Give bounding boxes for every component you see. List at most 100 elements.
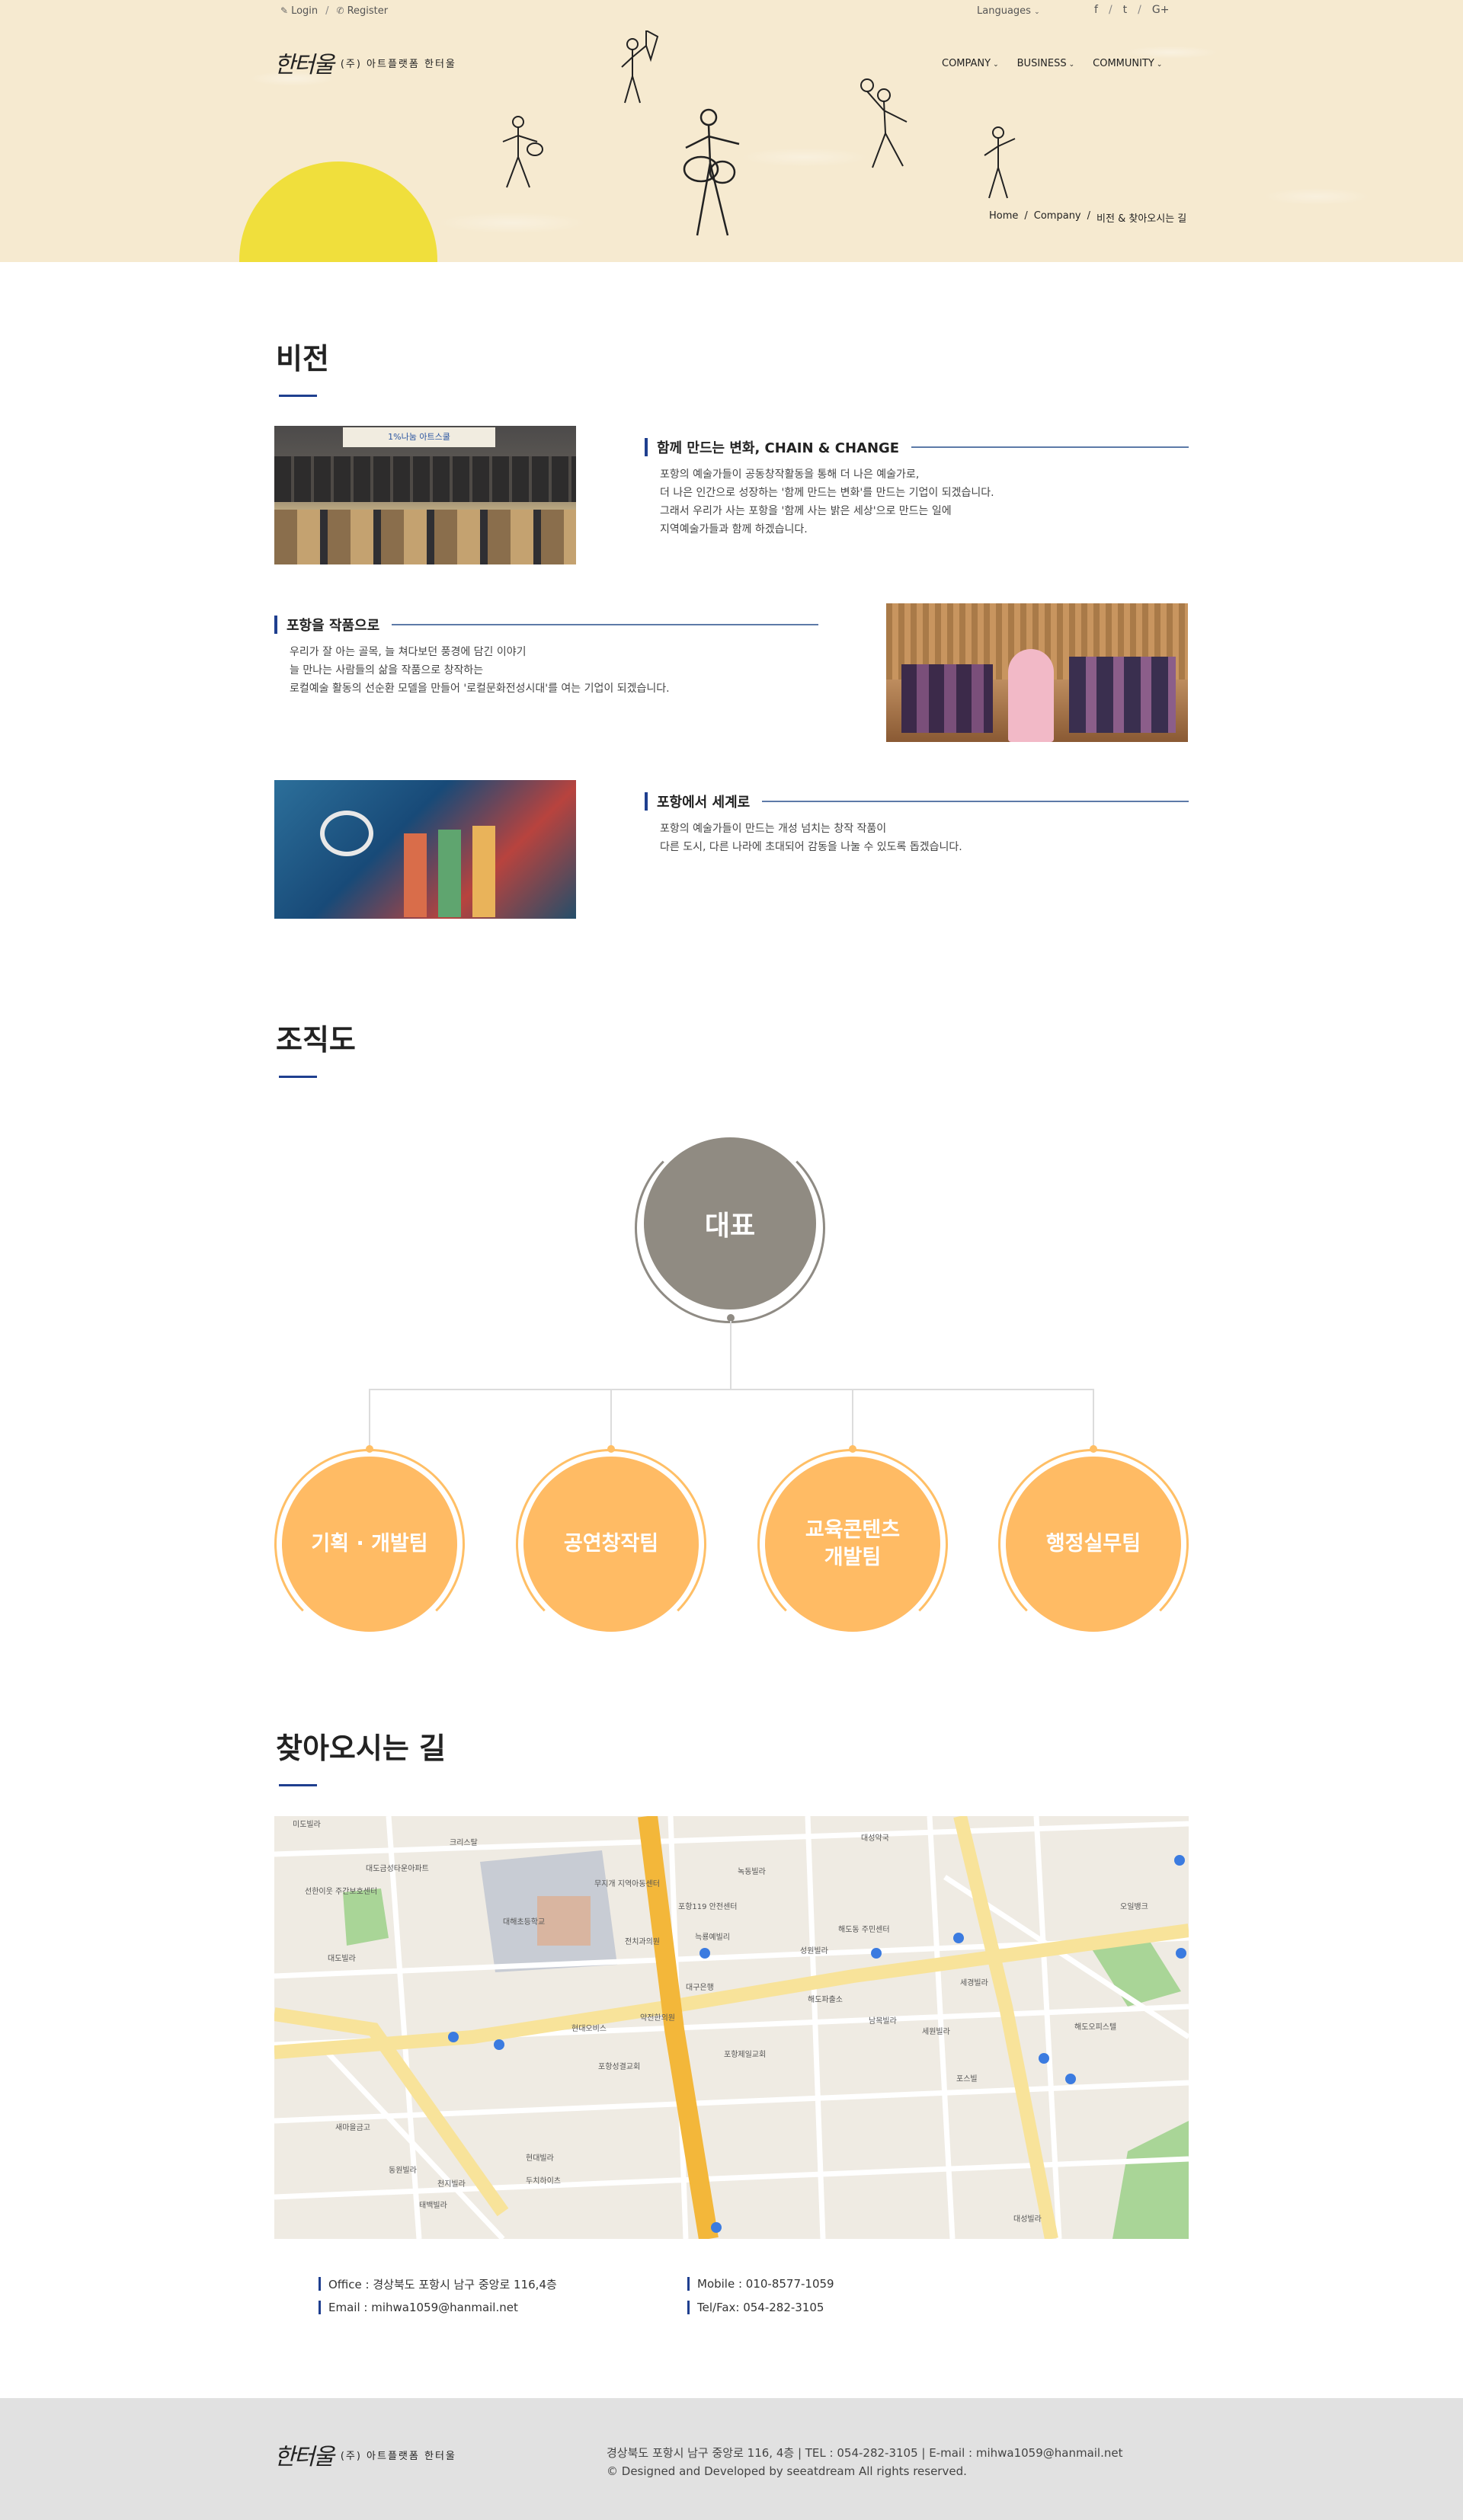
connector-line <box>1093 1389 1094 1448</box>
map-label: 해도동 주민센터 <box>838 1926 890 1934</box>
vision-item-1: 함께 만드는 변화, CHAIN & CHANGE 포항의 예술가들이 공동창작… <box>645 438 1189 539</box>
location-map[interactable]: 미도빌라 크리스탈 대도금성타운아파트 선한이웃 주간보호센터 대도빌라 대해초… <box>274 1816 1189 2239</box>
chevron-down-icon: ⌄ <box>1068 61 1075 69</box>
map-label: 두치하이츠 <box>526 2177 561 2186</box>
text-line: 늘 만나는 사람들의 삶을 작품으로 창작하는 <box>290 664 484 676</box>
vision-item-title: 포항에서 세계로 <box>657 795 751 811</box>
contact-telfax: Tel/Fax: 054-282-3105 <box>687 2300 834 2315</box>
accent-bar <box>687 2301 690 2314</box>
breadcrumb: Home / Company / 비전 & 찾아오시는 길 <box>989 210 1186 225</box>
map-label: 오일뱅크 <box>1120 1903 1148 1911</box>
connector-dot <box>849 1445 856 1453</box>
map-roads <box>274 1816 1189 2239</box>
languages-label: Languages <box>977 5 1031 17</box>
connector-line <box>610 1389 612 1448</box>
divider <box>762 801 1189 802</box>
breadcrumb-current: 비전 & 찾아오시는 길 <box>1096 213 1187 225</box>
text-line: 우리가 잘 아는 골목, 늘 쳐다보던 풍경에 담긴 이야기 <box>290 646 527 658</box>
sogo-dancer-illustration <box>860 78 908 168</box>
breadcrumb-home[interactable]: Home <box>989 210 1018 225</box>
google-plus-icon[interactable]: G+ <box>1152 4 1170 16</box>
connector-dot <box>607 1445 615 1453</box>
dancer-illustration <box>984 126 1016 199</box>
photo-singer <box>1008 649 1054 742</box>
ceo-node: 대표 <box>644 1137 816 1310</box>
nav-label: COMMUNITY <box>1093 58 1154 69</box>
map-label: 남목빌라 <box>869 2017 897 2026</box>
accent-bar <box>645 438 648 456</box>
languages-dropdown[interactable]: Languages ⌄ <box>977 5 1040 17</box>
text-line: 그래서 우리가 사는 포항을 '함께 사는 밝은 세상'으로 만드는 일에 <box>660 505 952 517</box>
contact-email-text[interactable]: Email : mihwa1059@hanmail.net <box>328 2301 518 2314</box>
vision-item-title: 포항을 작품으로 <box>287 618 380 634</box>
hero-banner: ✎ Login / ✆ Register Languages ⌄ f / t / G… <box>0 0 1463 262</box>
vision-item-header: 포항에서 세계로 <box>645 792 1189 811</box>
map-label: 세원빌라 <box>922 2028 950 2036</box>
map-label: 대성빌라 <box>1013 2215 1042 2224</box>
photo-dancer <box>438 830 461 917</box>
vision-title: 비전 <box>276 342 329 376</box>
nav-community[interactable]: COMMUNITY ⌄ <box>1093 58 1162 69</box>
vision-item-text: 우리가 잘 아는 골목, 늘 쳐다보던 풍경에 담긴 이야기 늘 만나는 사람들… <box>274 643 818 698</box>
map-label: 크리스탈 <box>450 1839 478 1847</box>
logo-mark: 한터울 <box>274 2444 335 2470</box>
map-label: 포항제일교회 <box>724 2051 767 2059</box>
team-performance: 공연창작팀 <box>523 1457 699 1632</box>
vision-item-2: 포항을 작품으로 우리가 잘 아는 골목, 늘 쳐다보던 풍경에 담긴 이야기 … <box>274 616 818 698</box>
map-label: 무지개 지역아동센터 <box>594 1880 660 1888</box>
map-label: 약전한의원 <box>640 2014 675 2023</box>
chevron-down-icon: ⌄ <box>1034 8 1040 16</box>
vision-photo-performance <box>886 603 1188 742</box>
nav-business[interactable]: BUSINESS ⌄ <box>1017 58 1075 69</box>
connector-line <box>852 1389 853 1448</box>
text-line: 포항의 예술가들이 만드는 개성 넘치는 창작 작품이 <box>660 823 887 835</box>
text-line: 다른 도시, 다른 나라에 초대되어 감동을 나눌 수 있도록 돕겠습니다. <box>660 841 962 853</box>
map-label: 대해초등학교 <box>503 1918 546 1927</box>
photo-banner: 1%나눔 아트스쿨 <box>343 427 495 447</box>
divider <box>392 624 818 625</box>
accent-bar <box>319 2301 321 2314</box>
flag-dancer-illustration <box>621 30 659 104</box>
nav-company[interactable]: COMPANY ⌄ <box>942 58 999 69</box>
site-logo[interactable]: 한터울 (주) 아트플랫폼 한터울 <box>274 46 456 79</box>
connector-line <box>369 1389 1094 1390</box>
main-nav: COMPANY ⌄ BUSINESS ⌄ COMMUNITY ⌄ <box>942 58 1162 69</box>
accent-bar <box>645 792 648 811</box>
contact-telfax-text: Tel/Fax: 054-282-3105 <box>697 2301 824 2314</box>
site-footer: 한터울 (주) 아트플랫폼 한터울 경상북도 포항시 남구 중앙로 116, 4… <box>0 2398 1463 2520</box>
sun-decoration <box>239 161 437 262</box>
map-label: 대구은행 <box>686 1984 714 1992</box>
map-label: 동원빌라 <box>389 2167 417 2175</box>
team-admin: 행정실무팀 <box>1006 1457 1181 1632</box>
nav-label: COMPANY <box>942 58 991 69</box>
text-line: 지역예술가들과 함께 하겠습니다. <box>660 523 808 536</box>
accent-bar <box>319 2277 321 2291</box>
facebook-icon[interactable]: f <box>1094 4 1098 16</box>
contact-email: Email : mihwa1059@hanmail.net <box>319 2300 557 2315</box>
title-underline <box>279 1784 317 1786</box>
footer-logo[interactable]: 한터울 (주) 아트플랫폼 한터울 <box>274 2438 456 2471</box>
photo-musicians <box>1069 657 1176 733</box>
register-link[interactable]: ✆ Register <box>337 5 389 17</box>
social-links: f / t / G+ <box>1094 4 1169 16</box>
team-planning: 기획 · 개발팀 <box>282 1457 457 1632</box>
team-education: 교육콘텐츠 개발팀 <box>765 1457 940 1632</box>
breadcrumb-company[interactable]: Company <box>1034 210 1081 225</box>
map-label: 포항119 안전센터 <box>678 1903 738 1911</box>
connector-dot <box>1090 1445 1097 1453</box>
map-label: 늑룡예빌리 <box>695 1933 730 1942</box>
map-label: 해도오피스텔 <box>1074 2023 1117 2032</box>
login-label: Login <box>291 5 319 17</box>
location-title: 찾아오시는 길 <box>276 1732 446 1765</box>
connector-line <box>730 1321 732 1390</box>
vision-photo-stage <box>274 780 576 919</box>
map-label: 천지빌라 <box>437 2180 466 2189</box>
contact-mobile-text: Mobile : 010-8577-1059 <box>697 2277 834 2291</box>
login-link[interactable]: ✎ Login <box>280 5 318 17</box>
separator: / <box>1138 4 1141 16</box>
twitter-icon[interactable]: t <box>1123 4 1128 16</box>
footer-address: 경상북도 포항시 남구 중앙로 116, 4층 | TEL : 054-282-… <box>607 2446 1123 2460</box>
vision-item-header: 포항을 작품으로 <box>274 616 818 634</box>
map-label: 새마을금고 <box>335 2124 370 2132</box>
logo-text: (주) 아트플랫폼 한터울 <box>340 2450 456 2462</box>
